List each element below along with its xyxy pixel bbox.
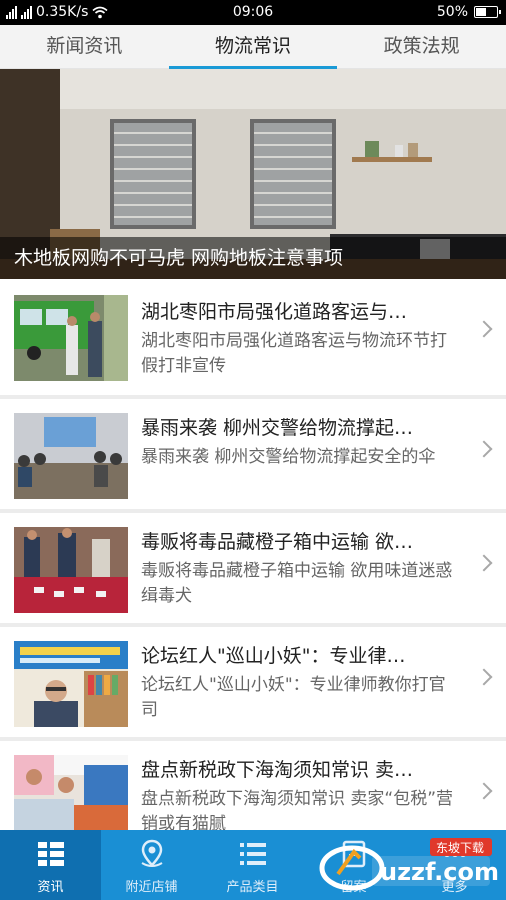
- status-bar: 0.35K/s 09:06 50%: [0, 0, 506, 25]
- news-thumbnail: [14, 641, 128, 727]
- news-summary: 湖北枣阳市局强化道路客运与物流环节打假打非宣传: [141, 331, 447, 376]
- hero-caption: 木地板网购不可马虎 网购地板注意事项: [0, 237, 506, 279]
- news-thumbnail: [14, 527, 128, 613]
- hero-banner[interactable]: 木地板网购不可马虎 网购地板注意事项: [0, 69, 506, 279]
- news-title: 毒贩将毒品藏橙子箱中运输 欲…: [141, 531, 414, 553]
- chevron-right-icon: [475, 668, 493, 686]
- news-item[interactable]: 盘点新税政下海淘须知常识 卖… 盘点新税政下海淘须知常识 卖家“包税”营销或有猫…: [0, 741, 506, 830]
- news-summary: 毒贩将毒品藏橙子箱中运输 欲用味道迷惑缉毒犬: [141, 561, 453, 606]
- news-title: 暴雨来袭 柳州交警给物流撑起…: [141, 417, 414, 439]
- chevron-right-icon: [475, 554, 493, 572]
- news-title: 湖北枣阳市局强化道路客运与…: [141, 301, 408, 323]
- nav-label: 产品类目: [226, 880, 279, 895]
- news-item[interactable]: 暴雨来袭 柳州交警给物流撑起… 暴雨来袭 柳州交警给物流撑起安全的伞: [0, 399, 506, 509]
- tab-bar: 新闻资讯 物流常识 政策法规: [0, 25, 506, 69]
- nav-label: 资讯: [37, 880, 64, 895]
- news-thumbnail: [14, 755, 128, 830]
- tab-logistics-knowledge[interactable]: 物流常识: [168, 25, 338, 69]
- news-item[interactable]: 毒贩将毒品藏橙子箱中运输 欲… 毒贩将毒品藏橙子箱中运输 欲用味道迷惑缉毒犬: [0, 513, 506, 623]
- nav-news[interactable]: 资讯: [0, 830, 101, 900]
- status-right: 50%: [436, 4, 501, 20]
- chevron-right-icon: [475, 320, 493, 338]
- category-list-icon: [239, 843, 266, 865]
- news-title: 盘点新税政下海淘须知常识 卖…: [141, 759, 414, 781]
- location-pin-icon: [140, 839, 163, 867]
- news-title: 论坛红人"巡山小妖"：专业律…: [141, 645, 406, 667]
- svg-text:东坡下载: 东坡下载: [436, 841, 484, 855]
- news-summary: 盘点新税政下海淘须知常识 卖家“包税”营销或有猫腻: [141, 789, 454, 830]
- status-time: 09:06: [232, 4, 274, 20]
- chevron-right-icon: [475, 440, 493, 458]
- news-list-icon: [37, 842, 64, 866]
- tab-policy[interactable]: 政策法规: [337, 25, 506, 68]
- battery-text: 50%: [436, 4, 468, 20]
- news-summary: 暴雨来袭 柳州交警给物流撑起安全的伞: [141, 447, 436, 467]
- news-item[interactable]: 湖北枣阳市局强化道路客运与… 湖北枣阳市局强化道路客运与物流环节打假打非宣传: [0, 279, 506, 395]
- svg-text:uzzf.com: uzzf.com: [380, 858, 499, 886]
- tab-news[interactable]: 新闻资讯: [0, 25, 169, 68]
- chevron-right-icon: [475, 782, 493, 800]
- news-thumbnail: [14, 413, 128, 499]
- nav-product-categories[interactable]: 产品类目: [202, 830, 303, 900]
- nav-nearby-stores[interactable]: 附近店铺: [101, 830, 202, 900]
- news-thumbnail: [14, 295, 128, 381]
- battery-fill: [476, 8, 486, 16]
- news-summary: 论坛红人"巡山小妖"：专业律师教你打官司: [141, 675, 446, 720]
- uzzf-watermark-logo: uzzf.com 东坡下载: [319, 838, 499, 891]
- nav-label: 附近店铺: [125, 880, 178, 895]
- news-list: 湖北枣阳市局强化道路客运与… 湖北枣阳市局强化道路客运与物流环节打假打非宣传 暴…: [0, 279, 506, 830]
- battery-icon: [474, 6, 501, 18]
- news-item[interactable]: 论坛红人"巡山小妖"：专业律… 论坛红人"巡山小妖"：专业律师教你打官司: [0, 627, 506, 737]
